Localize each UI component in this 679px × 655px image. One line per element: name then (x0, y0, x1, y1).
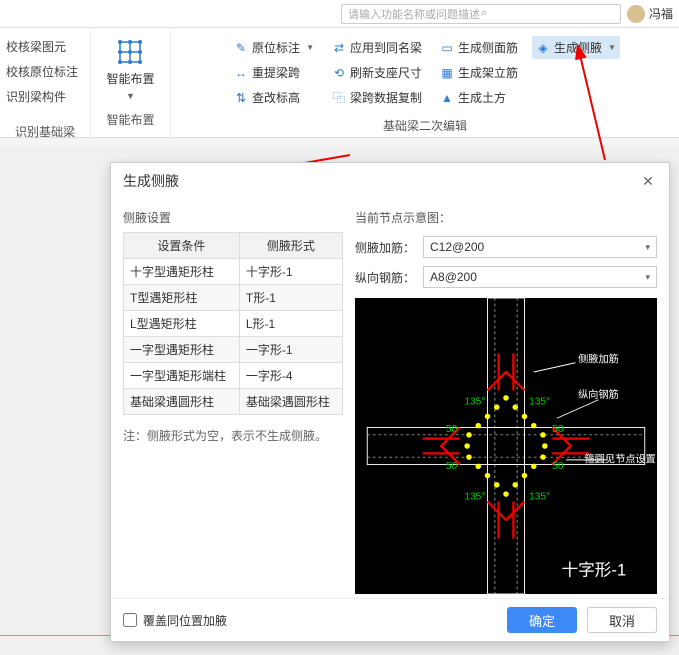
edit-elevation-button[interactable]: ⇅查改标高 (230, 86, 318, 109)
earth-icon: ▲ (440, 91, 454, 105)
haunch-icon: ◈ (536, 41, 550, 55)
group-label: 识别基础梁 (4, 119, 86, 144)
haunch-settings-table: 设置条件侧腋形式 十字型遇矩形柱十字形-1 T型遇矩形柱T形-1 L型遇矩形柱L… (123, 232, 343, 415)
span-icon: ↔ (234, 66, 248, 80)
field-label: 侧腋加筋： (355, 239, 415, 256)
ribbon: 校核梁图元 校核原位标注 识别梁构件 识别基础梁 智能布置 ▼ 智能布置 ✎原位… (0, 28, 679, 138)
user-name: 冯福 (649, 5, 673, 22)
origin-annotation-button[interactable]: ✎原位标注▼ (230, 36, 318, 59)
search-icon: ⌕ (481, 7, 614, 20)
side-item[interactable]: 校核梁图元 (4, 34, 86, 59)
avatar (627, 5, 645, 23)
svg-text:135°: 135° (529, 396, 550, 407)
svg-text:侧腋加筋: 侧腋加筋 (578, 353, 619, 366)
col-header: 设置条件 (124, 233, 240, 259)
chevron-down-icon: ▾ (645, 242, 650, 253)
chevron-down-icon: ▼ (126, 91, 135, 101)
table-row[interactable]: 一字型遇矩形端柱一字形-4 (124, 363, 343, 389)
gen-earthwork-button[interactable]: ▲生成土方 (436, 86, 522, 109)
dialog-left: 侧腋设置 设置条件侧腋形式 十字型遇矩形柱十字形-1 T型遇矩形柱T形-1 L型… (123, 203, 343, 594)
smart-layout-button[interactable]: 智能布置 ▼ (102, 34, 158, 105)
table-row[interactable]: 十字型遇矩形柱十字形-1 (124, 259, 343, 285)
rebar-icon: ▭ (440, 41, 454, 55)
checkbox-label: 覆盖同位置加腋 (143, 612, 227, 629)
group-label: 基础梁二次编辑 (383, 111, 467, 134)
svg-text:135°: 135° (529, 492, 550, 503)
search-placeholder: 请输入功能名称或问题描述 (348, 6, 481, 22)
dialog-footer: 覆盖同位置加腋 确定 取消 (111, 598, 669, 641)
haunch-rebar-select[interactable]: C12@200▾ (423, 236, 657, 258)
table-row[interactable]: L型遇矩形柱L形-1 (124, 311, 343, 337)
table-row[interactable]: 基础梁遇圆形柱基础梁遇圆形柱 (124, 389, 343, 415)
refresh-icon: ⟲ (332, 66, 346, 80)
ribbon-buttons: ✎原位标注▼ ⇄应用到同名梁 ▭生成侧面筋 ◈生成侧腋▼ ↔重提梁跨 ⟲刷新支座… (228, 34, 622, 111)
field-label: 纵向钢筋： (355, 269, 415, 286)
close-button[interactable]: ✕ (639, 172, 657, 190)
dialog-header: 生成侧腋 ✕ (111, 163, 669, 199)
side-item[interactable]: 识别梁构件 (4, 84, 86, 109)
diagram-preview: 135° 135° 135° 135° 50 50 50 50 侧腋加筋 纵向钢… (355, 298, 657, 594)
copy-span-data-button[interactable]: ⿻梁跨数据复制 (328, 86, 426, 109)
table-row[interactable]: T型遇矩形柱T形-1 (124, 285, 343, 311)
svg-text:50: 50 (446, 461, 458, 472)
svg-text:十字形-1: 十字形-1 (562, 561, 627, 580)
copy-icon: ⿻ (332, 91, 346, 105)
apply-same-beam-button[interactable]: ⇄应用到同名梁 (328, 36, 426, 59)
table-row[interactable]: 一字型遇矩形柱一字形-1 (124, 337, 343, 363)
resubmit-span-button[interactable]: ↔重提梁跨 (230, 61, 318, 84)
left-section-title: 侧腋设置 (123, 209, 343, 226)
svg-text:50: 50 (552, 461, 564, 472)
frame-icon: ▦ (440, 66, 454, 80)
link-icon: ⇄ (332, 41, 346, 55)
dialog-right: 当前节点示意图： 侧腋加筋： C12@200▾ 纵向钢筋： A8@200▾ (355, 203, 657, 594)
gen-side-haunch-button[interactable]: ◈生成侧腋▼ (532, 36, 620, 59)
svg-text:箍圆见节点设置: 箍圆见节点设置 (585, 453, 656, 466)
chevron-down-icon: ▾ (645, 272, 650, 283)
smart-layout-label: 智能布置 (106, 70, 154, 87)
top-bar: 请输入功能名称或问题描述 ⌕ 冯福 (0, 0, 679, 28)
search-box[interactable]: 请输入功能名称或问题描述 ⌕ (341, 4, 621, 24)
dialog-title: 生成侧腋 (123, 171, 179, 191)
refresh-support-button[interactable]: ⟲刷新支座尺寸 (328, 61, 426, 84)
gen-frame-rebar-button[interactable]: ▦生成架立筋 (436, 61, 522, 84)
gen-haunch-dialog: 生成侧腋 ✕ 侧腋设置 设置条件侧腋形式 十字型遇矩形柱十字形-1 T型遇矩形柱… (110, 162, 670, 642)
elev-icon: ⇅ (234, 91, 248, 105)
svg-text:50: 50 (446, 424, 458, 435)
gen-side-rebar-button[interactable]: ▭生成侧面筋 (436, 36, 522, 59)
long-rebar-select[interactable]: A8@200▾ (423, 266, 657, 288)
ribbon-group-identify: 校核梁图元 校核原位标注 识别梁构件 识别基础梁 (0, 28, 90, 137)
overwrite-checkbox[interactable]: 覆盖同位置加腋 (123, 612, 227, 629)
svg-text:135°: 135° (464, 396, 485, 407)
overwrite-checkbox-input[interactable] (123, 613, 137, 627)
right-section-title: 当前节点示意图： (355, 209, 657, 226)
cancel-button[interactable]: 取消 (587, 607, 657, 633)
side-item[interactable]: 校核原位标注 (4, 59, 86, 84)
svg-text:50: 50 (552, 424, 564, 435)
ribbon-group-smart: 智能布置 ▼ 智能布置 (90, 28, 170, 137)
ok-button[interactable]: 确定 (507, 607, 577, 633)
col-header: 侧腋形式 (239, 233, 342, 259)
svg-text:纵向钢筋: 纵向钢筋 (578, 388, 619, 401)
tag-icon: ✎ (234, 41, 248, 55)
grid-icon (116, 38, 144, 66)
user-widget[interactable]: 冯福 (627, 5, 673, 23)
group-label: 智能布置 (106, 105, 154, 128)
note-text: 注：侧腋形式为空，表示不生成侧腋。 (123, 427, 343, 444)
ribbon-group-edit: ✎原位标注▼ ⇄应用到同名梁 ▭生成侧面筋 ◈生成侧腋▼ ↔重提梁跨 ⟲刷新支座… (170, 28, 679, 137)
svg-text:135°: 135° (464, 492, 485, 503)
